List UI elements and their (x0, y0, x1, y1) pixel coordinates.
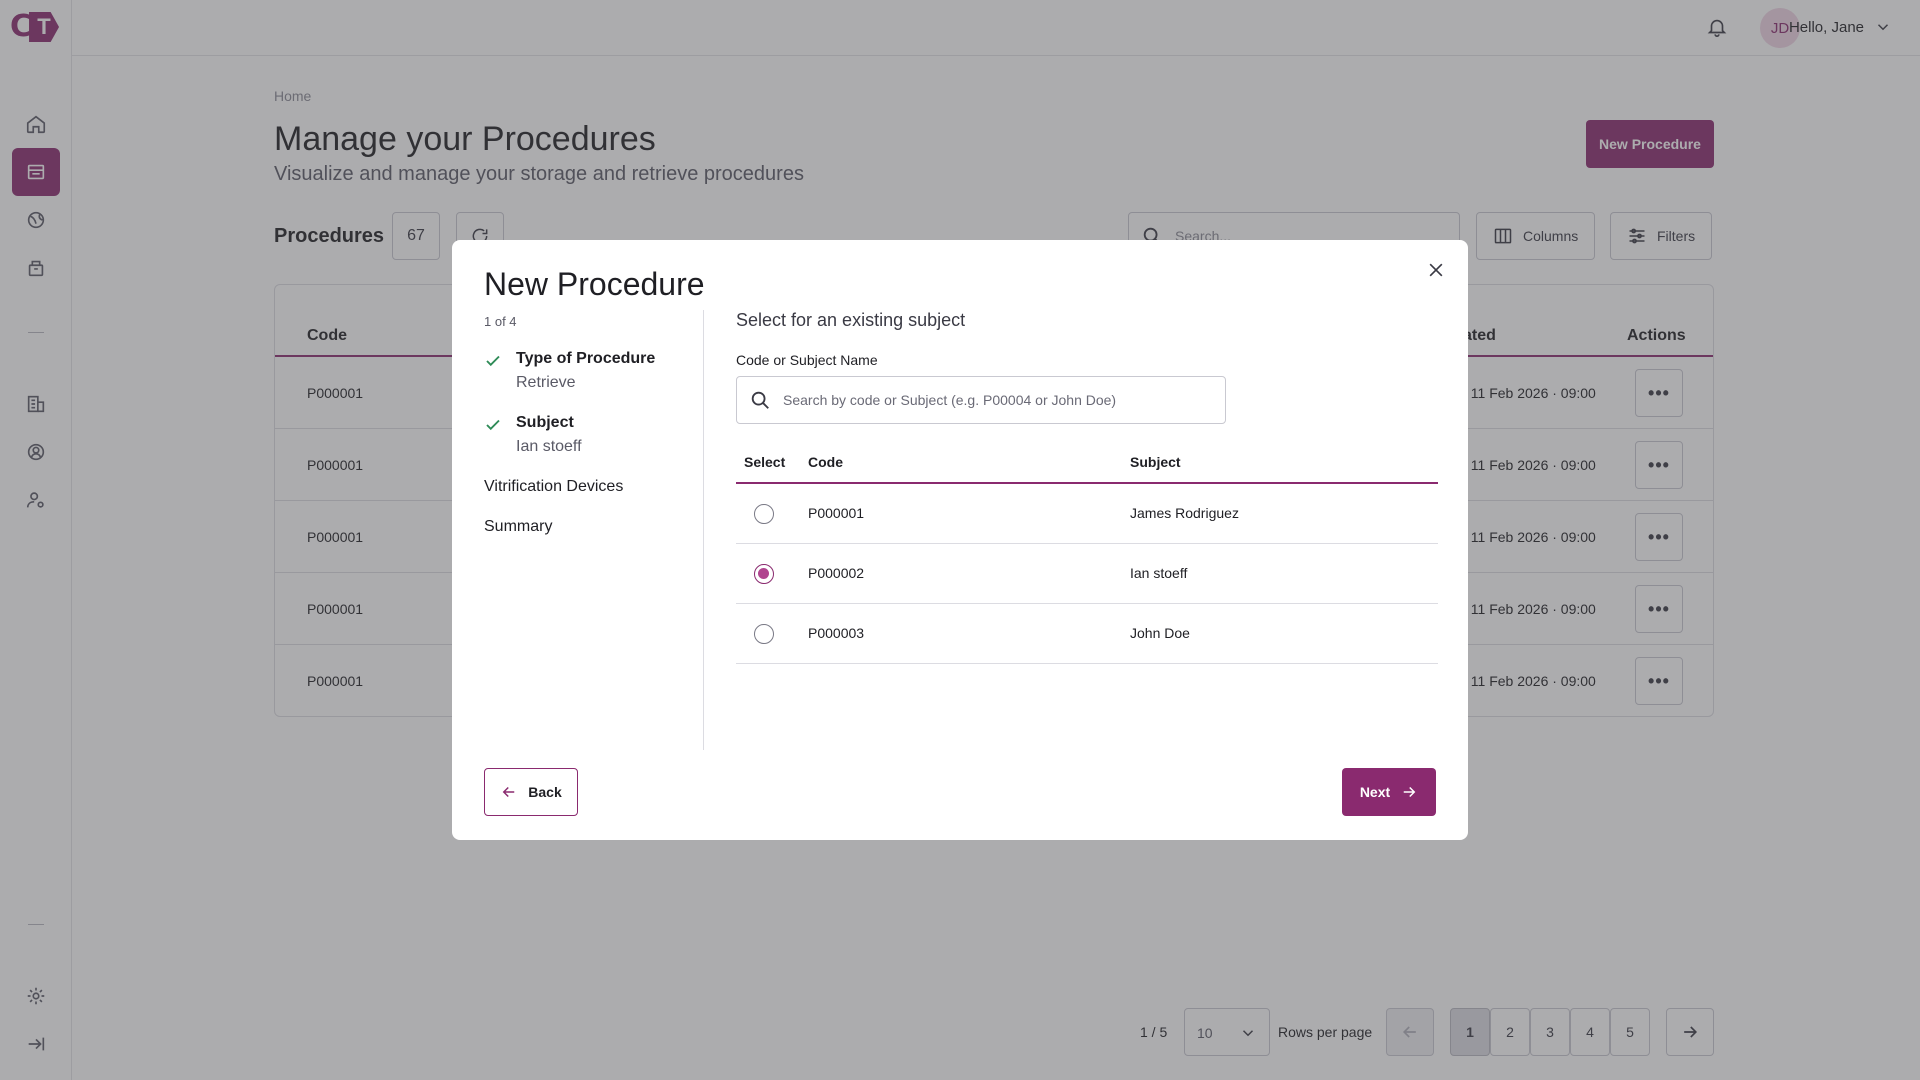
step-title: Vitrification Devices (484, 478, 624, 495)
subject-row[interactable]: P000002 Ian stoeff (736, 544, 1438, 604)
subject-name: John Doe (1130, 625, 1190, 641)
column-header-subject: Subject (1130, 454, 1181, 470)
subject-search-field[interactable] (736, 376, 1226, 424)
select-radio[interactable] (754, 504, 774, 524)
field-label: Code or Subject Name (736, 352, 878, 368)
subject-code: P000002 (808, 565, 865, 581)
search-icon (751, 391, 769, 409)
back-button[interactable]: Back (484, 768, 578, 816)
back-label: Back (528, 784, 562, 800)
arrow-right-icon (1403, 786, 1416, 798)
subject-name: Ian stoeff (1130, 565, 1188, 581)
check-icon (484, 352, 504, 372)
close-button[interactable] (1422, 256, 1450, 284)
next-button[interactable]: Next (1342, 768, 1436, 816)
select-radio[interactable] (754, 564, 774, 584)
step-counter: 1 of 4 (484, 314, 517, 329)
step-title: Summary (484, 518, 553, 535)
subject-row[interactable]: P000001 James Rodriguez (736, 484, 1438, 544)
new-procedure-modal: New Procedure 1 of 4 Type of Procedure R… (452, 240, 1468, 840)
close-icon (1429, 263, 1443, 277)
arrow-left-icon (502, 786, 515, 798)
check-icon (484, 416, 504, 436)
step-title: Subject (516, 414, 574, 431)
section-heading: Select for an existing subject (736, 310, 966, 330)
column-header-select: Select (744, 454, 786, 470)
step-value: Retrieve (516, 374, 576, 391)
subject-name: James Rodriguez (1130, 505, 1239, 521)
modal-title: New Procedure (484, 266, 705, 302)
subject-code: P000001 (808, 505, 865, 521)
step-value: Ian stoeff (516, 438, 582, 455)
subject-row[interactable]: P000003 John Doe (736, 604, 1438, 664)
modal-divider (703, 310, 704, 750)
subject-search-input[interactable] (783, 377, 1213, 423)
subject-code: P000003 (808, 625, 865, 641)
step-title: Type of Procedure (516, 350, 656, 367)
select-radio[interactable] (754, 624, 774, 644)
column-header-code: Code (808, 454, 843, 470)
next-label: Next (1359, 784, 1391, 800)
